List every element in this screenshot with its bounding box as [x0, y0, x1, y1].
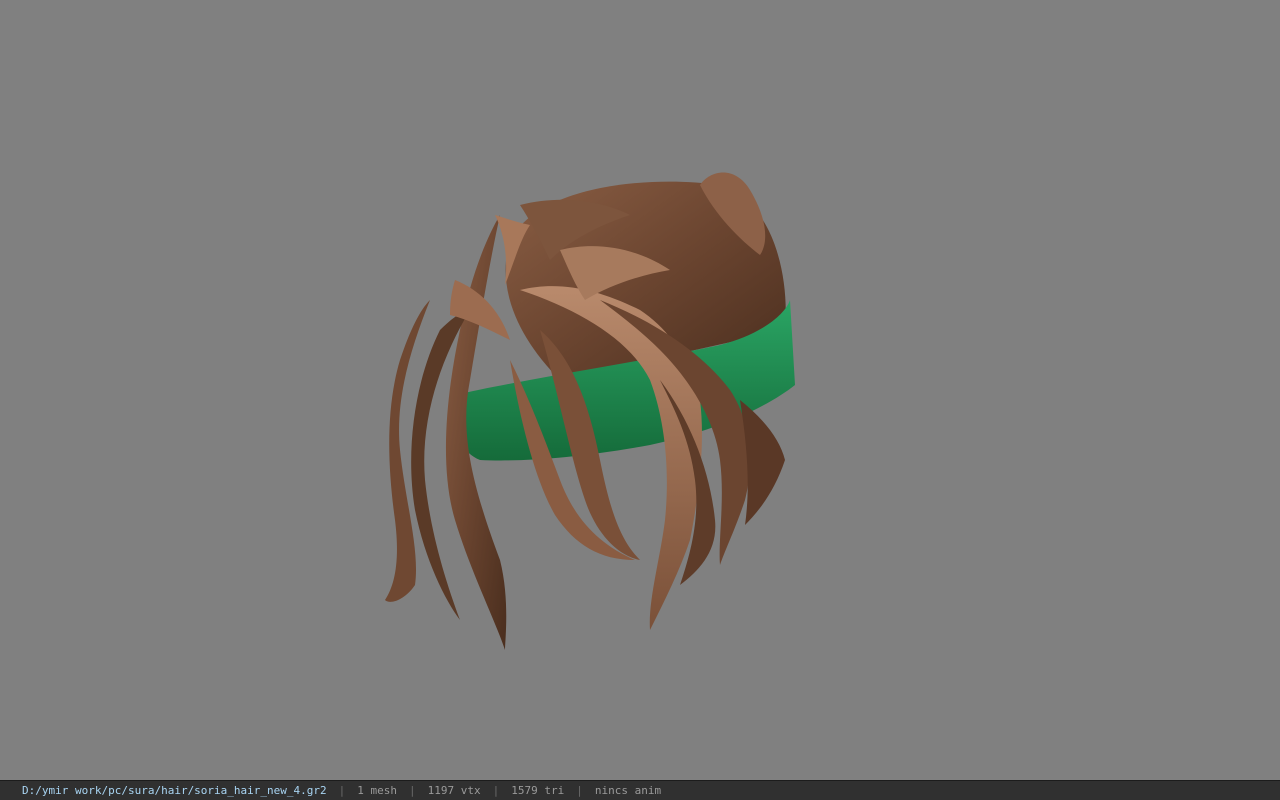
triangle-count: 1579 tri: [511, 784, 565, 797]
separator: |: [576, 784, 583, 797]
vertex-count: 1197 vtx: [427, 784, 481, 797]
animation-status: nincs anim: [594, 784, 662, 797]
mesh-count: 1 mesh: [357, 784, 398, 797]
3d-viewport[interactable]: [0, 0, 1280, 780]
separator: |: [492, 784, 500, 797]
separator: |: [338, 784, 346, 797]
file-path: D:/ymir work/pc/sura/hair/soria_hair_new…: [22, 784, 327, 797]
hair-model-render[interactable]: [0, 0, 1280, 780]
separator: |: [409, 784, 416, 797]
status-bar: D:/ymir work/pc/sura/hair/soria_hair_new…: [0, 780, 1280, 800]
